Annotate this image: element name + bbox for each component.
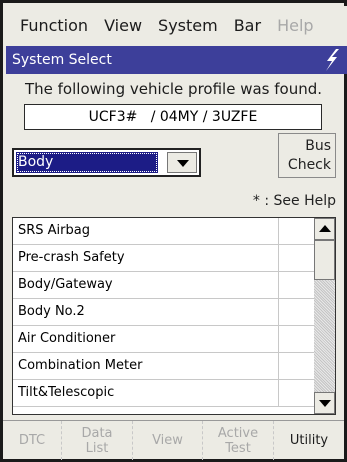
- scrollbar-thumb[interactable]: [314, 240, 335, 280]
- bottom-toolbar: DTC Data List View Active Test Utility: [3, 420, 344, 460]
- list-item-label: Pre-crash Safety: [18, 250, 125, 265]
- lightning-icon: [326, 49, 339, 71]
- system-category-select[interactable]: Body: [12, 148, 201, 177]
- see-help-note: * : See Help: [252, 193, 336, 209]
- menu-bar-item[interactable]: Bar: [226, 6, 269, 46]
- list-item-marker: [278, 218, 316, 244]
- list-item[interactable]: Combination Meter: [13, 353, 316, 380]
- list-item[interactable]: Tilt&Telescopic: [13, 380, 316, 407]
- list-item[interactable]: Air Conditioner: [13, 326, 316, 353]
- vehicle-profile-field: UCF3# / 04MY / 3UZFE: [24, 104, 322, 130]
- utility-label: Utility: [289, 433, 329, 448]
- menu-view[interactable]: View: [96, 6, 150, 46]
- view-button[interactable]: View: [133, 421, 203, 460]
- data-list-button[interactable]: Data List: [62, 421, 133, 460]
- bus-check-button[interactable]: Bus Check: [278, 133, 336, 178]
- list-item-label: Body No.2: [18, 304, 85, 319]
- list-item[interactable]: Pre-crash Safety: [13, 245, 316, 272]
- data-list-label-2: List: [85, 440, 109, 456]
- list-item-marker: [278, 245, 316, 271]
- bus-check-label-2: Check: [287, 157, 331, 173]
- list-item-label: Air Conditioner: [18, 331, 116, 346]
- bus-check-label-1: Bus: [305, 138, 331, 154]
- page-title: System Select: [12, 52, 112, 68]
- list-item[interactable]: Body/Gateway: [13, 272, 316, 299]
- active-test-label-2: Test: [225, 440, 251, 456]
- list-item-marker: [278, 353, 316, 379]
- menu-function[interactable]: Function: [12, 6, 96, 46]
- menu-help[interactable]: Help: [269, 6, 321, 46]
- system-list: SRS Airbag Pre-crash Safety Body/Gateway…: [12, 217, 336, 415]
- list-item-marker: [278, 299, 316, 325]
- utility-button[interactable]: Utility: [274, 421, 344, 460]
- view-label: View: [152, 433, 183, 448]
- list-item-label: Tilt&Telescopic: [18, 385, 115, 400]
- list-item-marker: [278, 326, 316, 352]
- list-item-label: SRS Airbag: [18, 223, 90, 238]
- list-item-label: Combination Meter: [18, 358, 143, 373]
- list-item[interactable]: Body No.2: [13, 299, 316, 326]
- dtc-button[interactable]: DTC: [3, 421, 62, 460]
- menu-system[interactable]: System: [150, 6, 226, 46]
- select-value: Body: [16, 152, 158, 173]
- scroll-down-icon[interactable]: [314, 392, 335, 414]
- list-item[interactable]: SRS Airbag: [13, 218, 316, 245]
- list-item-marker: [278, 380, 316, 406]
- menu-bar: Function View System Bar Help: [6, 6, 347, 46]
- data-list-label-1: Data: [81, 425, 113, 441]
- list-item-marker: [278, 272, 316, 298]
- title-bar: System Select: [6, 46, 347, 74]
- vertical-scrollbar[interactable]: [314, 218, 335, 414]
- active-test-label-1: Active: [217, 425, 259, 441]
- scroll-up-icon[interactable]: [314, 218, 335, 240]
- info-text: The following vehicle profile was found.: [24, 80, 322, 98]
- dtc-label: DTC: [18, 433, 46, 448]
- list-item-label: Body/Gateway: [18, 277, 113, 292]
- active-test-button[interactable]: Active Test: [203, 421, 274, 460]
- chevron-down-icon[interactable]: [167, 152, 197, 173]
